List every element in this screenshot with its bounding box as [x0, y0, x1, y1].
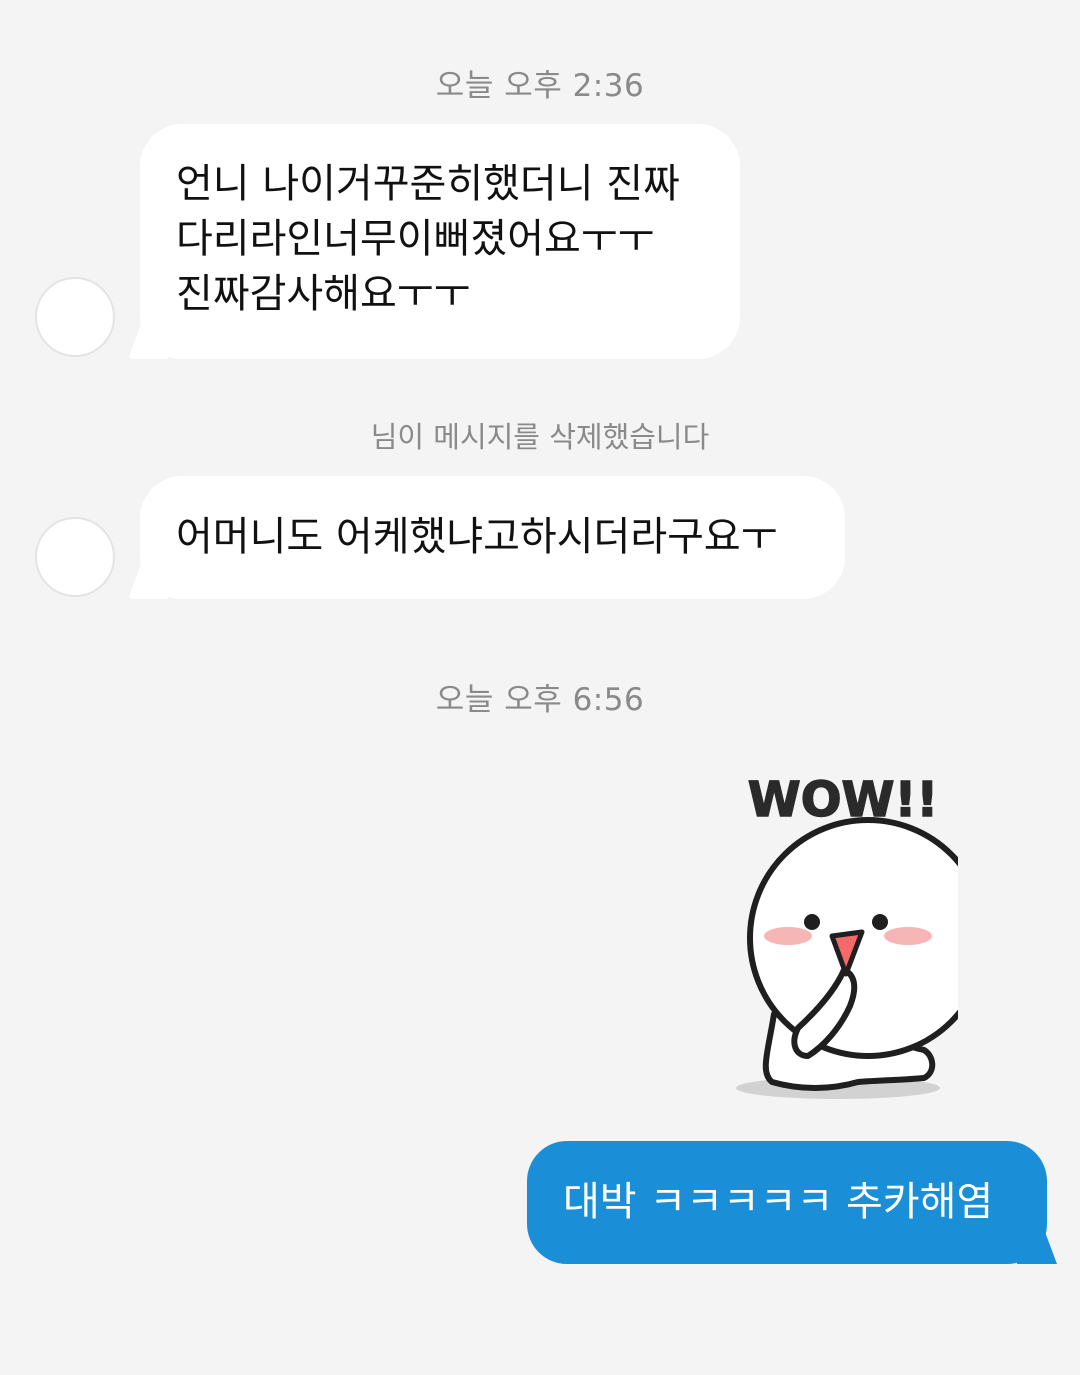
avatar[interactable]: [35, 277, 115, 357]
incoming-message-bubble[interactable]: 언니 나이거꾸준히했더니 진짜 다리라인너무이뻐졌어요ㅜㅜ 진짜감사해요ㅜㅜ: [140, 124, 740, 359]
deleted-message-notice: 님이 메시지를 삭제했습니다: [370, 420, 710, 454]
incoming-message-bubble[interactable]: 어머니도 어케했냐고하시더라구요ㅜ: [140, 476, 845, 599]
timestamp: 오늘 오후 2:36: [435, 68, 645, 104]
message-text: 어머니도 어케했냐고하시더라구요ㅜ: [176, 514, 778, 560]
outgoing-message-bubble[interactable]: 대박 ㅋㅋㅋㅋㅋ 추카해염: [527, 1141, 1047, 1264]
avatar[interactable]: [35, 517, 115, 597]
sticker-wow-text: WOW!!: [748, 772, 938, 828]
message-line: 언니 나이거꾸준히했더니 진짜: [176, 161, 680, 207]
message-line: 다리라인너무이뻐졌어요ㅜㅜ: [176, 216, 655, 262]
timestamp: 오늘 오후 6:56: [435, 682, 645, 718]
message-text: 대박 ㅋㅋㅋㅋㅋ 추카해염: [563, 1179, 994, 1225]
ghost-sticker[interactable]: WOW!!: [728, 760, 989, 1110]
message-line: 진짜감사해요ㅜㅜ: [176, 271, 471, 317]
